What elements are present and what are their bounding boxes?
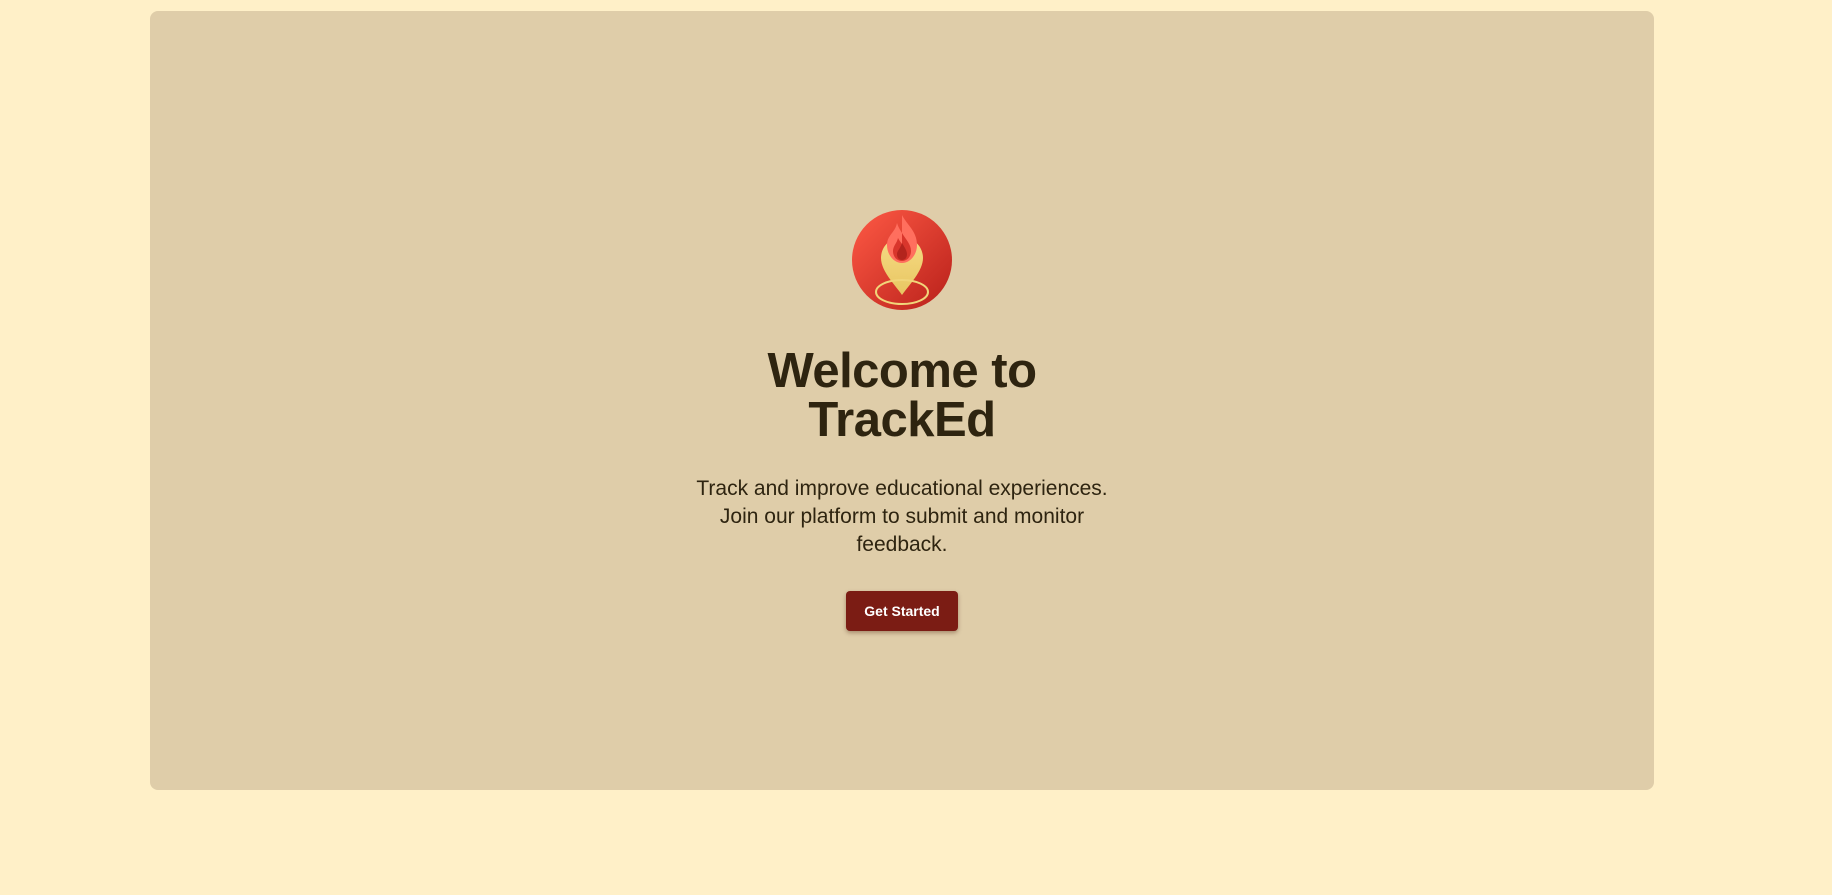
flame-map-pin-icon (851, 209, 953, 311)
get-started-button[interactable]: Get Started (846, 591, 958, 631)
hero-subtitle: Track and improve educational experience… (696, 477, 1108, 556)
page-title: Welcome to TrackEd (767, 344, 1037, 447)
hero-card: Welcome to TrackEd Track and improve edu… (150, 11, 1654, 790)
